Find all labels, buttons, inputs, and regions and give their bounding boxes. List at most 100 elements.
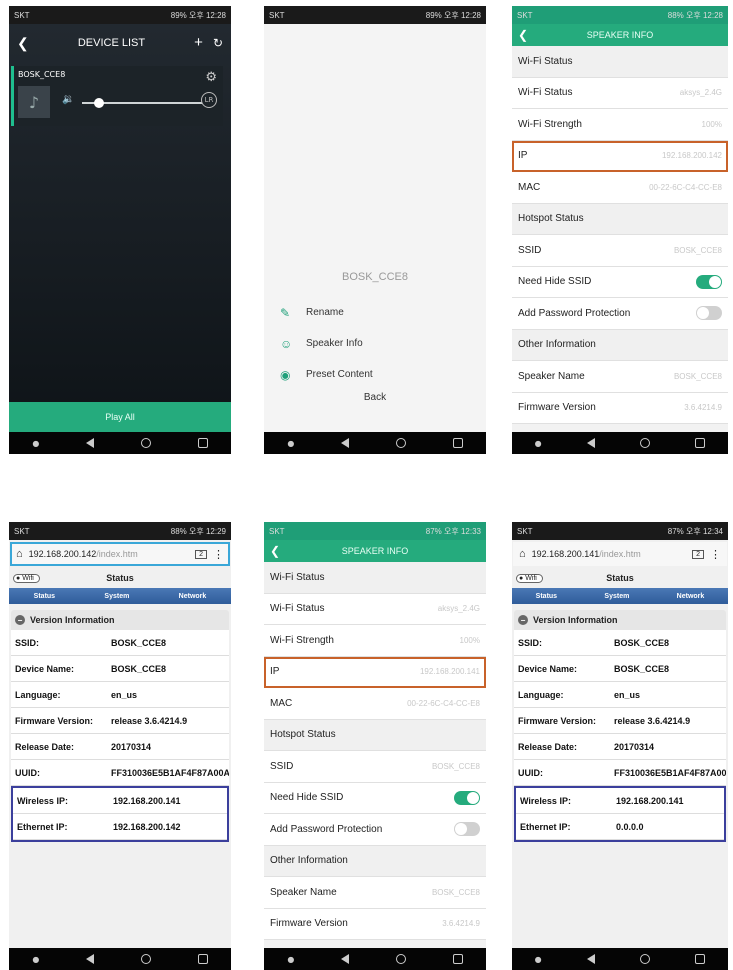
speaker-info-header: ❮ SPEAKER INFO xyxy=(512,24,728,46)
table-row: SSID: BOSK_CCE8 xyxy=(514,630,726,656)
row-key: Firmware Version: xyxy=(518,715,597,726)
info-row[interactable]: Need Hide SSID xyxy=(264,782,486,814)
lr-channel-icon[interactable]: LR xyxy=(201,92,217,108)
info-row: Firmware Version 3.6.4214.9 xyxy=(512,392,728,424)
row-value: release 3.6.4214.9 xyxy=(111,715,188,726)
toggle-switch[interactable] xyxy=(454,822,480,837)
refresh-icon[interactable]: ↻ xyxy=(213,36,223,50)
row-label: IP xyxy=(518,150,528,162)
section-header: Wi-Fi Status xyxy=(512,46,728,78)
nav-home-icon[interactable] xyxy=(140,438,151,448)
nav-recents-icon[interactable] xyxy=(452,438,463,448)
speaker-info-menu-item[interactable]: ☺ Speaker Info xyxy=(264,328,486,359)
tab-status[interactable]: Status xyxy=(34,593,55,600)
nav-dot-icon: ● xyxy=(32,438,40,448)
nav-home-icon[interactable] xyxy=(140,954,151,964)
toggle-switch[interactable] xyxy=(696,306,722,321)
nav-recents-icon[interactable] xyxy=(695,954,706,964)
table-row: Device Name: BOSK_CCE8 xyxy=(11,656,229,682)
wifi-button[interactable]: ● Wifi xyxy=(13,573,40,583)
row-label: Wi-Fi Status xyxy=(270,571,325,583)
toggle-switch[interactable] xyxy=(696,274,722,289)
version-section-header[interactable]: − Version Information xyxy=(11,610,229,630)
row-key: Wireless IP: xyxy=(17,795,68,806)
add-icon[interactable]: + xyxy=(194,34,203,51)
tab-status[interactable]: Status xyxy=(536,593,557,600)
clock: 오후 12:33 xyxy=(444,526,481,536)
menu-device-name: BOSK_CCE8 xyxy=(341,271,409,283)
home-icon[interactable]: ⌂ xyxy=(16,548,23,560)
nav-back-icon[interactable] xyxy=(341,954,350,964)
phone-device-menu: SKT 89% 오후 12:28 BOSK_CCE8 ✎ Rename ☺ Spea… xyxy=(264,6,486,454)
nav-recents-icon[interactable] xyxy=(452,954,463,964)
info-row[interactable]: Add Password Protection xyxy=(264,814,486,846)
volume-slider[interactable] xyxy=(82,98,202,108)
row-value: 192.168.200.141 xyxy=(419,667,480,677)
status-bar: SKT 88% 오후 12:28 xyxy=(512,6,728,24)
tab-count[interactable]: 2 xyxy=(195,549,207,559)
collapse-icon[interactable]: − xyxy=(518,615,528,625)
gear-icon[interactable]: ⚙ xyxy=(205,70,217,85)
carrier: SKT xyxy=(517,10,533,20)
back-chevron-icon[interactable]: ❮ xyxy=(270,544,280,558)
wifi-button[interactable]: ● Wifi xyxy=(516,573,543,583)
row-value: 100% xyxy=(701,119,722,129)
nav-home-icon[interactable] xyxy=(640,954,651,964)
row-value: aksys_2.4G xyxy=(437,604,480,614)
info-row: Wi-Fi Strength 100% xyxy=(512,109,728,141)
nav-back-icon[interactable] xyxy=(586,438,595,448)
version-section-header[interactable]: − Version Information xyxy=(514,610,726,630)
nav-back-icon[interactable] xyxy=(86,438,95,448)
back-chevron-icon[interactable]: ❮ xyxy=(17,35,29,52)
music-note-icon: ♪ xyxy=(18,86,50,118)
url-bar[interactable]: ⌂ 192.168.200.141/index.htm 2 ⋮ xyxy=(513,542,727,566)
row-label: Need Hide SSID xyxy=(518,276,592,288)
carrier: SKT xyxy=(14,526,30,536)
play-all-button[interactable]: Play All xyxy=(9,402,231,432)
tab-network[interactable]: Network xyxy=(677,593,705,600)
nav-home-icon[interactable] xyxy=(640,438,651,448)
back-chevron-icon[interactable]: ❮ xyxy=(518,28,528,42)
info-row[interactable]: Add Password Protection xyxy=(512,298,728,330)
url-bar[interactable]: ⌂ 192.168.200.142/index.htm 2 ⋮ xyxy=(10,542,230,566)
nav-back-icon[interactable] xyxy=(86,954,95,964)
info-row[interactable]: Need Hide SSID xyxy=(512,266,728,298)
table-row: Release Date: 20170314 xyxy=(11,734,229,760)
collapse-icon[interactable]: − xyxy=(15,615,25,625)
nav-back-icon[interactable] xyxy=(586,954,595,964)
edit-icon: ✎ xyxy=(280,305,291,320)
tab-network[interactable]: Network xyxy=(179,593,207,600)
back-button[interactable]: Back xyxy=(264,392,486,403)
more-vert-icon[interactable]: ⋮ xyxy=(710,548,721,561)
table-row: UUID: FF310036E5B1AF4F87A00A xyxy=(11,760,229,786)
toggle-switch[interactable] xyxy=(454,790,480,805)
nav-dot-icon: ● xyxy=(32,954,40,964)
device-card[interactable]: BOSK_CCE8 ⚙ ♪ 🔉 LR xyxy=(11,66,223,126)
nav-recents-icon[interactable] xyxy=(197,954,208,964)
menu-item-label: Preset Content xyxy=(306,369,373,380)
table-row: Firmware Version: release 3.6.4214.9 xyxy=(11,708,229,734)
nav-home-icon[interactable] xyxy=(395,438,406,448)
volume-slider-knob[interactable] xyxy=(93,98,104,108)
more-vert-icon[interactable]: ⋮ xyxy=(213,548,224,561)
tab-system[interactable]: System xyxy=(104,593,129,600)
home-icon[interactable]: ⌂ xyxy=(519,548,526,560)
nav-recents-icon[interactable] xyxy=(197,438,208,448)
rename-menu-item[interactable]: ✎ Rename xyxy=(264,297,486,328)
status-bar: SKT 89% 오후 12:28 xyxy=(9,6,231,24)
section-header: Hotspot Status xyxy=(512,203,728,235)
row-label: Add Password Protection xyxy=(518,307,631,319)
nav-home-icon[interactable] xyxy=(395,954,406,964)
nav-back-icon[interactable] xyxy=(341,438,350,448)
phone-device-list: SKT 89% 오후 12:28 ❮ DEVICE LIST + ↻ BOSK_C… xyxy=(9,6,231,454)
row-label: Firmware Version xyxy=(518,402,596,414)
tab-count[interactable]: 2 xyxy=(692,549,704,559)
info-rows: Wi-Fi Status Wi-Fi Status aksys_2.4G Wi-Fi … xyxy=(512,46,728,424)
nav-recents-icon[interactable] xyxy=(695,438,706,448)
status-bar: SKT 89% 오후 12:28 xyxy=(264,6,486,24)
status-bar: SKT 88% 오후 12:29 xyxy=(9,522,231,540)
section-header: Other Information xyxy=(264,845,486,877)
url-path: /index.htm xyxy=(96,549,138,559)
tab-system[interactable]: System xyxy=(604,593,629,600)
preset-content-menu-item[interactable]: ◉ Preset Content xyxy=(264,359,486,390)
